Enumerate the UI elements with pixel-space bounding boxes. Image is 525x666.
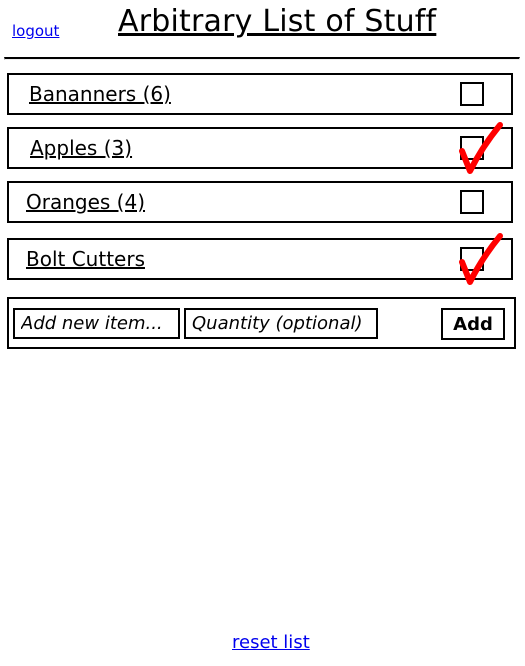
item-checkbox[interactable] xyxy=(460,82,484,106)
add-item-form: Add xyxy=(7,297,516,349)
quantity-input[interactable] xyxy=(184,308,378,339)
reset-list-link[interactable]: reset list xyxy=(232,632,310,653)
item-label[interactable]: Bananners (6) xyxy=(29,82,171,106)
list-item: Oranges (4) xyxy=(7,181,513,223)
item-checkbox[interactable] xyxy=(460,136,484,160)
item-label[interactable]: Oranges (4) xyxy=(26,190,145,214)
list-item: Bolt Cutters xyxy=(7,233,513,285)
item-label[interactable]: Bolt Cutters xyxy=(26,247,145,271)
page-title: Arbitrary List of Stuff xyxy=(118,4,437,39)
logout-link[interactable]: logout xyxy=(12,22,59,40)
new-item-input[interactable] xyxy=(13,308,180,339)
item-checkbox[interactable] xyxy=(460,190,484,214)
add-button[interactable]: Add xyxy=(441,308,505,340)
item-checkbox[interactable] xyxy=(460,247,484,271)
item-label[interactable]: Apples (3) xyxy=(30,136,132,160)
list-item: Apples (3) xyxy=(7,122,513,174)
list-item: Bananners (6) xyxy=(7,73,513,115)
header-divider xyxy=(4,57,520,60)
